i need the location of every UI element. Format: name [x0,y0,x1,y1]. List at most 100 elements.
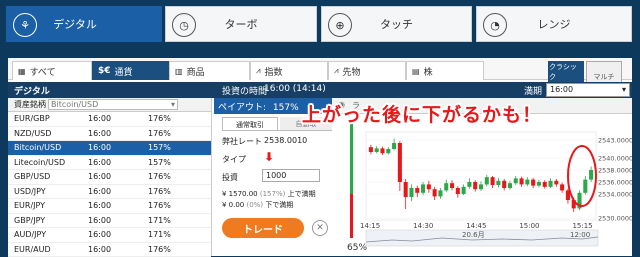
asset-row-time: 16:00 [88,201,148,210]
annotation-text: 上がった後に下がるかも！ [302,100,542,127]
candle-body [467,182,471,187]
candle-body [438,190,442,196]
tab-divider [222,130,332,131]
asset-row-time: 16:00 [88,245,148,254]
asset-filter-value: Bitcoin/USD [51,100,98,109]
x-axis: 14:1514:3014:4515:0015:15 [360,222,593,230]
x-tick-label: 15:00 [519,222,539,230]
trade-button[interactable]: トレード [222,218,304,238]
invest-time-value: 16:00 (14:14) [264,84,326,94]
percent-label: 65% [347,243,367,253]
tab-digital[interactable]: ⚘ デジタル [6,6,162,42]
asset-tab-commodity[interactable]: ▥ 商品 [169,61,250,80]
candle-body [514,178,518,183]
asset-tab-all[interactable]: ▦ すべて [12,61,92,80]
candle-body [375,148,379,152]
tab-touch[interactable]: ⊕ タッチ [321,6,472,42]
tab-turbo[interactable]: ◷ ターボ [165,6,317,42]
y-tick-label: 2530.0000 [598,215,632,223]
asset-row-name: EUR/AUD [8,245,88,254]
asset-row-payout: 157% [148,158,198,167]
down-result-pct: (0%) [247,201,264,209]
asset-row-time: 16:00 [88,172,148,181]
linechart-icon: ⩘ [256,66,261,76]
asset-row[interactable]: NZD/USD16:00176% [8,127,211,142]
asset-row-time: 16:00 [88,143,148,152]
asset-row-name: EUR/GBP [8,114,88,123]
panel-title: デジタル [14,84,50,97]
asset-row-name: USD/JPY [8,187,88,196]
classic-mode-button[interactable]: クラシック [548,61,584,83]
asset-row[interactable]: EUR/GBP16:00176% [8,112,211,127]
tab-digital-label: デジタル [53,16,97,32]
rate-value: 2538.0010 [264,136,307,145]
invest-label: 投資 [222,172,238,183]
navigator-date-label: 20.6月 [462,231,485,239]
tree-icon: ⚘ [13,13,37,37]
tab-normal[interactable]: 通常取引 [222,117,278,130]
down-result-text: 下で満期 [265,201,293,209]
candle-body [450,183,454,188]
candle-body [427,184,431,189]
asset-row-time: 16:00 [88,230,148,239]
clock-icon: ◷ [172,13,196,37]
asset-list: 資産銘柄 Bitcoin/USD ▾ EUR/GBP16:00176%NZD/U… [8,98,212,256]
asset-row[interactable]: EUR/JPY16:00176% [8,199,211,214]
asset-list-header-label: 資産銘柄 [8,99,48,110]
candle-body [537,182,541,186]
asset-row-name: GBP/USD [8,172,88,181]
trade-button-label: トレード [243,225,283,236]
tab-turbo-label: ターボ [225,16,258,32]
multi-mode-button[interactable]: マルチ [586,61,622,83]
candle-body [444,183,448,190]
asset-row[interactable]: GBP/JPY16:00171% [8,214,211,229]
tab-range-label: レンジ [538,16,571,32]
tab-range[interactable]: ◔ レンジ [476,6,632,42]
asset-row-time: 16:00 [88,129,148,138]
asset-row-payout: 171% [148,230,198,239]
candle-body [456,188,460,194]
candle-body [531,180,535,186]
candle-body [520,178,524,184]
y-tick-label: 2534.0000 [598,191,632,199]
candle-body [398,143,402,182]
asset-row[interactable]: GBP/USD16:00176% [8,170,211,185]
asset-filter-select[interactable]: Bitcoin/USD ▾ [48,99,178,110]
asset-tab-stock[interactable]: ▤ 株 [406,61,484,80]
chevron-down-icon: ▾ [622,85,626,94]
down-arrow-icon[interactable]: ⬇ [264,150,274,164]
asset-rows: EUR/GBP16:00176%NZD/USD16:00176%Bitcoin/… [8,112,211,257]
candle-body [380,148,384,153]
invest-input[interactable]: 1000 [262,169,320,182]
candle-body [525,180,529,185]
asset-row-payout: 176% [148,114,198,123]
asset-row-time: 16:00 [88,114,148,123]
candle-body [421,184,425,192]
asset-row[interactable]: Bitcoin/USD16:00157% [8,141,211,156]
candle-body [496,181,500,185]
asset-row[interactable]: AUD/JPY16:00171% [8,228,211,243]
expiry-select[interactable]: 16:00 ▾ [546,83,630,97]
building-icon: ▤ [412,67,420,76]
candle-body [433,189,437,196]
asset-tab-futures[interactable]: ⩘ 先物 [328,61,406,80]
asset-row[interactable]: Litecoin/USD16:00157% [8,156,211,171]
asset-row-payout: 176% [148,201,198,210]
asset-row-name: Bitcoin/USD [8,143,88,152]
tab-touch-label: タッチ [380,16,413,32]
asset-tab-currency-label: 通貨 [115,65,133,78]
invest-time-label: 投資の時間 [222,84,267,97]
asset-row[interactable]: EUR/AUD16:00176% [8,243,211,257]
up-result-amount: ¥ 1570.00 [222,190,258,198]
navigator-time-label: 12:00 [570,231,590,239]
y-tick-label: 2536.0000 [598,179,632,187]
asset-row-name: EUR/JPY [8,201,88,210]
close-button[interactable]: ✕ [312,220,328,236]
candle-body [502,181,506,188]
asset-tab-index[interactable]: ⩘ 指数 [250,61,328,80]
asset-row[interactable]: USD/JPY16:00176% [8,185,211,200]
asset-tab-currency[interactable]: $€ 通貨 [92,61,169,80]
asset-tab-stock-label: 株 [424,65,433,78]
classic-mode-label: クラシック [549,62,583,82]
tab-normal-label: 通常取引 [236,121,264,129]
